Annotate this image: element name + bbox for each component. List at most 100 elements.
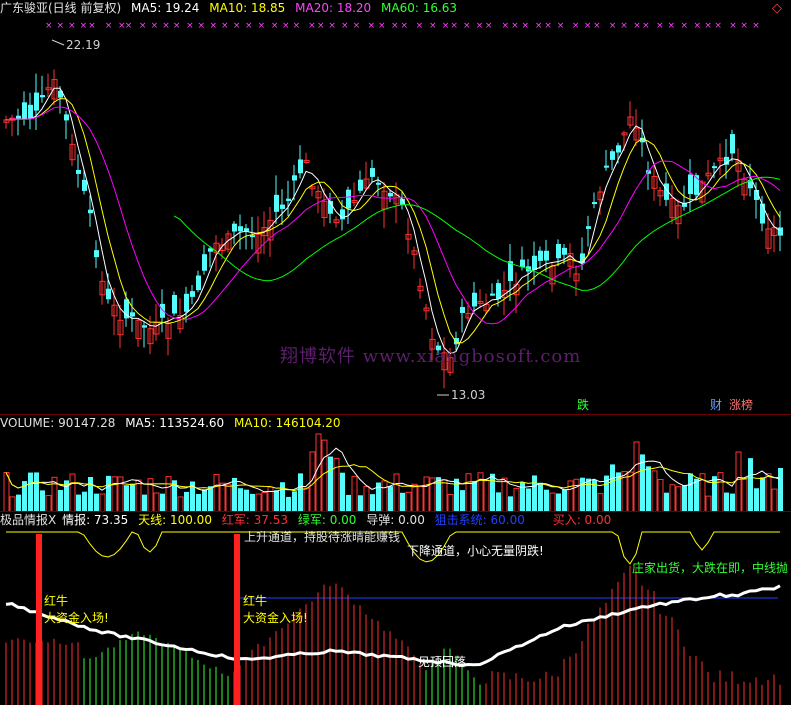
tag-die[interactable]: 跌 (576, 398, 590, 412)
volume-bar (586, 478, 591, 512)
volume-bar (202, 489, 207, 512)
mairu-value: 买入: 0.00 (552, 513, 612, 527)
volume-bar (496, 492, 501, 512)
signal-marker: × (258, 21, 266, 31)
signal-marker: × (245, 21, 253, 31)
volume-bar (45, 495, 52, 512)
signal-marker: × (125, 21, 133, 31)
volume-panel[interactable]: VOLUME: 90147.28 MA5: 113524.60 MA10: 14… (0, 415, 791, 512)
signal-marker: × (642, 21, 650, 31)
volume-bar (28, 472, 33, 512)
candle-body (244, 228, 249, 232)
volume-bar (748, 458, 753, 512)
ma20-line (5, 106, 781, 325)
signal-marker: × (162, 21, 170, 31)
signal-marker: × (209, 21, 217, 31)
ma60-value: MA60: 16.63 (381, 1, 458, 15)
volume-bar (238, 488, 243, 512)
red-bull-label-1: 红牛 (44, 594, 69, 608)
volume-bar (765, 473, 772, 512)
volume-bar (730, 493, 735, 512)
volume-bar (646, 466, 651, 512)
candle-body (292, 175, 297, 181)
volume-bar (664, 492, 669, 512)
indicator-panel[interactable]: 极品情报X 情报: 73.35 天线: 100.00 红军: 37.53 绿军:… (0, 512, 791, 705)
candle-body (298, 159, 303, 174)
signal-marker: × (317, 21, 325, 31)
candle-body (106, 288, 111, 300)
candle-body (184, 293, 189, 312)
tianxian-value: 天线: 100.00 (138, 513, 212, 527)
price-chart-panel[interactable]: 广东骏亚(日线 前复权) MA5: 19.24 MA10: 18.85 MA20… (0, 0, 791, 415)
volume-bar (333, 457, 340, 512)
volume-bar (633, 441, 640, 512)
volume-bar (135, 479, 142, 512)
signal-marker: × (593, 21, 601, 31)
volume-bar (340, 472, 345, 512)
candle-body (556, 243, 561, 259)
signal-marker: × (88, 21, 96, 31)
signal-marker: × (56, 21, 64, 31)
candle-body (160, 303, 165, 318)
volume-bar (508, 496, 513, 512)
dealer-out-text: 庄家出货，大跌在即，中线抛 (632, 561, 789, 575)
signal-marker: × (609, 21, 617, 31)
volume-bar (130, 483, 135, 512)
candle-body (370, 168, 375, 177)
volume-bar (225, 483, 232, 512)
signal-marker: × (221, 21, 229, 31)
candle-body (388, 192, 393, 197)
ma20-value: MA20: 18.20 (295, 1, 372, 15)
diamond-icon[interactable]: ◇ (772, 1, 782, 16)
signal-marker: × (521, 21, 529, 31)
volume-bar (381, 480, 388, 512)
signal-marker: × (353, 21, 361, 31)
volume-bar (292, 491, 297, 512)
signal-marker: × (511, 21, 519, 31)
volume-bar (153, 492, 160, 512)
candle-body (496, 283, 501, 300)
volume-bar (3, 472, 10, 512)
volume-ma10: MA10: 146104.20 (233, 416, 341, 430)
volume-bar (315, 433, 322, 512)
volume-bar (286, 496, 291, 512)
volume-bar (423, 476, 430, 512)
candle-body (34, 92, 39, 111)
candle-body (286, 198, 291, 201)
volume-bar (111, 476, 118, 512)
signal-marker: × (463, 21, 471, 31)
volume-bar (513, 487, 520, 512)
volume-bar (717, 472, 724, 512)
candle-body (358, 179, 363, 191)
tag-cai[interactable]: 财 (709, 398, 723, 412)
signal-marker: × (233, 21, 241, 31)
volume-bar (40, 490, 45, 512)
candle-body (28, 104, 33, 119)
volume-bar (778, 467, 783, 512)
volume-bar (597, 493, 604, 512)
ma10-value: MA10: 18.85 (209, 1, 286, 15)
volume-bar (9, 496, 16, 512)
signal-marker: × (308, 21, 316, 31)
candle-body (760, 203, 765, 224)
candle-body (274, 194, 279, 212)
volume-bar (526, 488, 531, 512)
volume-bar (165, 476, 172, 512)
tag-zhangbang[interactable]: 涨榜 (728, 398, 754, 412)
candle-body (538, 250, 543, 261)
signal-marker: × (282, 21, 290, 31)
ma5-value: MA5: 19.24 (131, 1, 200, 15)
signal-marker: × (681, 21, 689, 31)
volume-bar (106, 475, 111, 512)
indicator-name: 极品情报X (0, 513, 57, 527)
volume-bar (712, 476, 717, 512)
ma5-line (5, 87, 781, 355)
big-money-label-2: 大资金入场! (243, 611, 308, 625)
signal-marker: × (391, 21, 399, 31)
red-bull-marker (234, 534, 240, 705)
volume-bar (657, 479, 664, 512)
signal-marker: × (450, 21, 458, 31)
candle-body (730, 134, 735, 154)
volume-bar (280, 482, 285, 512)
volume-bar (99, 493, 106, 512)
